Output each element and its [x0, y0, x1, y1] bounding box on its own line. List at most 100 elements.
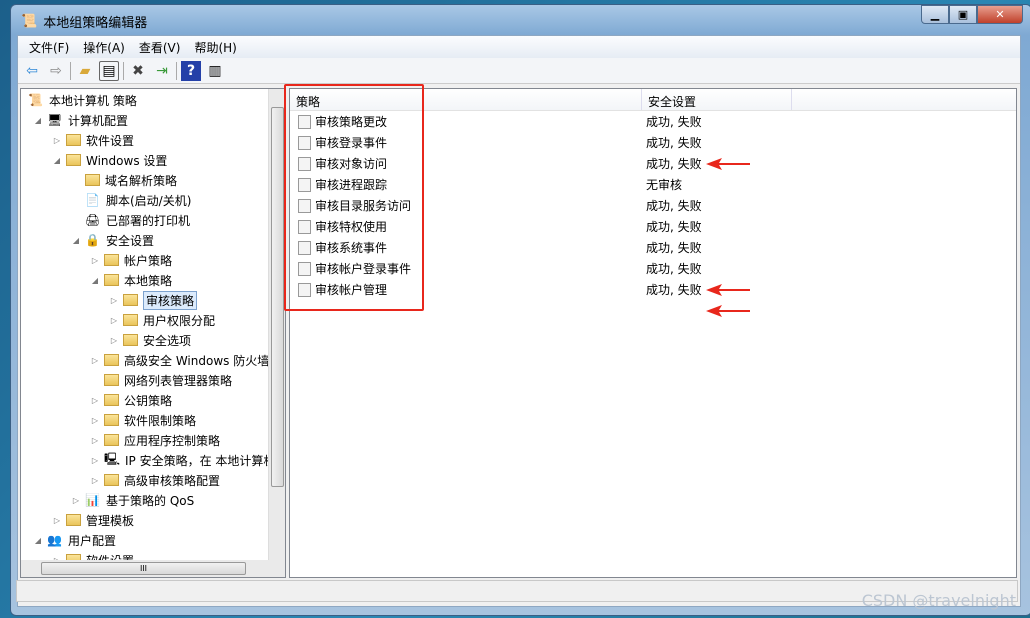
annotation-arrow-icon — [706, 305, 750, 317]
tree-item-label: Windows 设置 — [86, 153, 168, 168]
expand-arrow-icon[interactable]: ◢ — [32, 536, 44, 545]
menu-file[interactable]: 文件(F) — [22, 39, 76, 56]
export-icon[interactable]: ⇥ — [152, 61, 172, 81]
expand-arrow-icon[interactable]: ▷ — [89, 396, 101, 405]
tree-pane: ▷ 软件设置 ◢👥用户配置 ▷ 管理模板 ▷📊基于策略的 QoS▷高级审核策略配置▷🖳IP… — [20, 88, 286, 578]
tree-item[interactable]: ▷ 用户权限分配 — [108, 310, 215, 330]
security-setting: 成功, 失败 — [646, 283, 702, 297]
action-pane-icon[interactable]: ▥ — [205, 61, 225, 81]
maximize-button[interactable]: ▣ — [949, 5, 977, 24]
tree-item-label: 软件设置 — [86, 133, 135, 148]
menu-help[interactable]: 帮助(H) — [187, 39, 243, 56]
folder-icon — [104, 254, 119, 266]
tree-item[interactable]: 🖨 已部署的打印机 — [70, 210, 190, 230]
minimize-button[interactable]: ▁ — [921, 5, 949, 24]
tree-item[interactable]: 域名解析策略 — [70, 170, 177, 190]
menu-bar: 文件(F) 操作(A) 查看(V) 帮助(H) — [18, 36, 1020, 58]
security-setting: 成功, 失败 — [646, 157, 702, 171]
forward-icon[interactable]: ⇨ — [46, 61, 66, 81]
tree-vertical-scrollbar[interactable] — [268, 89, 285, 562]
tree-item[interactable]: ◢ 本地策略 — [89, 270, 172, 290]
script-icon: 📄 — [85, 193, 100, 207]
tree-item[interactable]: ▷ 审核策略 — [108, 290, 198, 310]
folder-icon — [123, 314, 138, 326]
expand-arrow-icon[interactable]: ▷ — [89, 256, 101, 265]
tree-item-label: 已部署的打印机 — [106, 213, 191, 228]
tree-horizontal-scrollbar[interactable]: III — [21, 560, 285, 577]
tree-item[interactable]: ▷ 软件设置 — [51, 130, 134, 150]
tree-item-label: 应用程序控制策略 — [124, 433, 221, 448]
show-hide-tree-icon[interactable]: ▤ — [99, 60, 119, 81]
tree-item[interactable]: 📜 本地计算机 策略 — [21, 90, 137, 110]
tree-item-label: 用户配置 — [68, 533, 117, 548]
tree-item-label: 脚本(启动/关机) — [106, 193, 192, 208]
tree-item-label: 审核策略 — [143, 290, 198, 310]
expand-arrow-icon[interactable]: ◢ — [51, 156, 63, 165]
title-bar: 📜 本地组策略编辑器 — [21, 12, 147, 31]
tree-item-label: 管理模板 — [86, 513, 135, 528]
tree-item-label: 安全选项 — [143, 333, 192, 348]
delete-icon[interactable]: ✖ — [128, 61, 148, 81]
toolbar: ⇦ ⇨ ▰ ▤ ✖ ⇥ ? ▥ — [18, 58, 1020, 84]
folder-icon — [104, 414, 119, 426]
menu-action[interactable]: 操作(A) — [76, 39, 132, 56]
security-setting: 成功, 失败 — [646, 220, 702, 234]
tree-item[interactable]: 网络列表管理器策略 — [89, 370, 232, 390]
security-setting: 成功, 失败 — [646, 199, 702, 213]
menu-view[interactable]: 查看(V) — [132, 39, 188, 56]
annotation-arrow-icon — [706, 158, 750, 170]
expand-arrow-icon[interactable]: ◢ — [89, 276, 101, 285]
expand-arrow-icon[interactable]: ▷ — [51, 516, 63, 525]
tree-item[interactable]: ▷ 高级审核策略配置 — [89, 470, 220, 490]
column-header-setting[interactable]: 安全设置 — [642, 89, 792, 110]
up-folder-icon[interactable]: ▰ — [75, 61, 95, 81]
folder-icon — [104, 474, 119, 486]
security-setting: 无审核 — [646, 178, 683, 192]
back-icon[interactable]: ⇦ — [22, 61, 42, 81]
folder-icon — [104, 434, 119, 446]
folder-icon — [104, 274, 119, 286]
expand-arrow-icon[interactable]: ▷ — [108, 316, 120, 325]
tree-item-label: 帐户策略 — [124, 253, 173, 268]
tree-item[interactable]: ▷ 应用程序控制策略 — [89, 430, 220, 450]
tree-item[interactable]: ▷ 高级安全 Windows 防火墙 — [89, 350, 269, 370]
tree-item-label: 域名解析策略 — [105, 173, 178, 188]
expand-arrow-icon[interactable]: ▷ — [89, 456, 101, 465]
tree-item-label: 基于策略的 QoS — [106, 493, 195, 508]
annotation-arrow-icon — [706, 284, 750, 296]
tree-item[interactable]: ◢ 🔒 安全设置 — [70, 230, 154, 250]
tree-item[interactable]: ▷ 🖳 IP 安全策略，在 本地计算机 — [89, 450, 275, 470]
expand-arrow-icon[interactable]: ▷ — [51, 136, 63, 145]
expand-arrow-icon[interactable]: ◢ — [70, 236, 82, 245]
expand-arrow-icon[interactable]: ▷ — [89, 476, 101, 485]
folder-icon — [66, 514, 81, 526]
tree-item[interactable]: ◢ 🖥 计算机配置 — [32, 110, 128, 130]
expand-arrow-icon[interactable]: ▷ — [70, 496, 82, 505]
expand-arrow-icon[interactable]: ▷ — [89, 436, 101, 445]
expand-arrow-icon[interactable]: ▷ — [89, 416, 101, 425]
tree-item[interactable]: ◢ 👥 用户配置 — [32, 530, 116, 550]
app-icon: 📜 — [21, 14, 38, 29]
tree-item-label: 网络列表管理器策略 — [124, 373, 233, 388]
tree-item-label: 软件限制策略 — [124, 413, 197, 428]
close-button[interactable]: ✕ — [977, 5, 1023, 24]
expand-arrow-icon[interactable]: ◢ — [32, 116, 44, 125]
tree-item[interactable]: ◢ Windows 设置 — [51, 150, 167, 170]
tree-item-label: 本地计算机 策略 — [49, 93, 137, 108]
expand-arrow-icon[interactable]: ▷ — [108, 296, 120, 305]
folder-icon — [66, 134, 81, 146]
expand-arrow-icon[interactable]: ▷ — [108, 336, 120, 345]
tree-item[interactable]: 📄 脚本(启动/关机) — [70, 190, 191, 210]
tree-item[interactable]: ▷ 管理模板 — [51, 510, 134, 530]
expand-arrow-icon[interactable]: ▷ — [89, 356, 101, 365]
help-icon[interactable]: ? — [181, 60, 201, 81]
security-setting: 成功, 失败 — [646, 241, 702, 255]
folder-icon — [104, 394, 119, 406]
tree-item[interactable]: ▷ 公钥策略 — [89, 390, 172, 410]
policy-icon: 📜 — [28, 93, 43, 107]
tree-item[interactable]: ▷ 安全选项 — [108, 330, 191, 350]
tree-item[interactable]: ▷ 📊 基于策略的 QoS — [70, 490, 194, 510]
tree-item[interactable]: ▷ 帐户策略 — [89, 250, 172, 270]
folder-icon — [104, 354, 119, 366]
tree-item[interactable]: ▷ 软件限制策略 — [89, 410, 196, 430]
